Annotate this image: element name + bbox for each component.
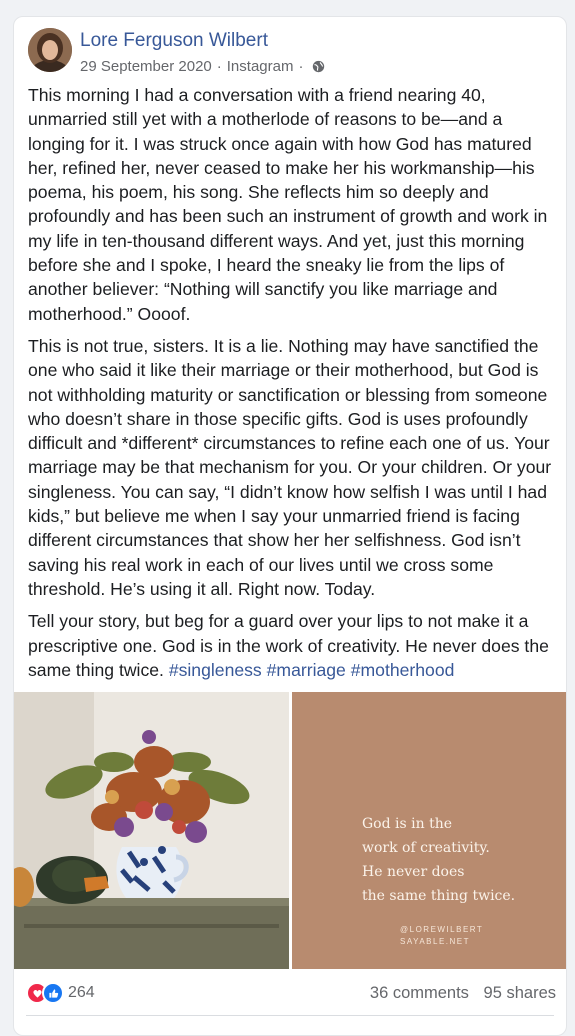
credit-handle: @LOREWILBERT: [400, 925, 484, 934]
author-name[interactable]: Lore Ferguson Wilbert: [80, 30, 268, 52]
hashtag-singleness[interactable]: #singleness: [169, 660, 262, 680]
avatar-photo: [28, 28, 72, 72]
post-paragraph-1: This morning I had a conversation with a…: [28, 85, 548, 324]
post-meta: 29 September 2020 · Instagram ·: [80, 58, 325, 75]
credit-site: SAYABLE.NET: [400, 937, 470, 946]
post-footer: 264 36 comments 95 shares: [26, 980, 556, 1008]
like-reaction-icon: [42, 982, 64, 1004]
post-source: Instagram: [226, 58, 294, 75]
quote-line-1: God is in the: [362, 816, 453, 832]
hashtag-marriage[interactable]: #marriage: [267, 660, 346, 680]
post-images: God is in the work of creativity. He nev…: [14, 692, 566, 972]
post-date[interactable]: 29 September 2020: [80, 58, 212, 75]
quote-line-4: the same thing twice.: [362, 888, 516, 904]
author-avatar[interactable]: [28, 28, 72, 72]
post-header: Lore Ferguson Wilbert 29 September 2020 …: [28, 28, 556, 78]
hashtag-motherhood[interactable]: #motherhood: [351, 660, 455, 680]
comments-count[interactable]: 36 comments: [370, 984, 469, 1002]
post-card: Lore Ferguson Wilbert 29 September 2020 …: [13, 16, 567, 1036]
quote-image[interactable]: God is in the work of creativity. He nev…: [292, 692, 566, 969]
post-body: This morning I had a conversation with a…: [28, 83, 556, 690]
footer-divider: [26, 1015, 554, 1016]
shares-count[interactable]: 95 shares: [484, 984, 556, 1002]
quote-credits: @LOREWILBERT SAYABLE.NET: [400, 924, 483, 948]
quote-line-3: He never does: [362, 864, 465, 880]
engagement-stats: 36 comments 95 shares: [370, 984, 556, 1003]
quote-text: God is in the work of creativity. He nev…: [362, 812, 562, 908]
globe-icon: [313, 60, 325, 73]
reactions-summary[interactable]: 264: [26, 982, 95, 1004]
reaction-count: 264: [68, 984, 95, 1001]
post-paragraph-3: Tell your story, but beg for a guard ove…: [28, 609, 556, 682]
meta-separator-2: ·: [298, 58, 304, 75]
meta-separator: ·: [216, 58, 222, 75]
quote-line-2: work of creativity.: [362, 840, 490, 856]
post-paragraph-2: This is not true, sisters. It is a lie. …: [28, 335, 552, 599]
flower-vase-illustration: [14, 692, 289, 969]
flower-vase-photo[interactable]: [14, 692, 289, 969]
